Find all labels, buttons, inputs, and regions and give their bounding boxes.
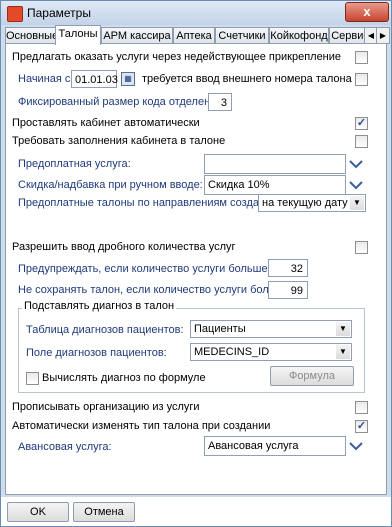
tab-strip: Основные Талоны АРМ кассира Аптека Счетч… [5, 25, 390, 45]
tab-main[interactable]: Основные [5, 27, 58, 44]
no-save-count-field[interactable]: 99 [268, 281, 308, 299]
require-cabinet-checkbox[interactable] [355, 135, 368, 148]
calendar-icon[interactable]: ▦ [121, 72, 135, 86]
check-icon: ✓ [356, 117, 367, 129]
discount-label: Скидка/надбавка при ручном вводе: [18, 179, 203, 191]
advance-service-chevron-down-icon[interactable] [349, 441, 363, 451]
cancel-button[interactable]: Отмена [73, 502, 135, 522]
formula-label: Вычислять диагноз по формуле [42, 372, 206, 384]
tab-beds[interactable]: Койкофонд [269, 27, 329, 44]
require-cabinet-label: Требовать заполнения кабинета в талоне [12, 135, 226, 147]
diagnosis-table-label: Таблица диагнозов пациентов: [26, 324, 184, 336]
diagnosis-table-select[interactable]: Пациенты ▼ [190, 320, 352, 338]
formula-checkbox[interactable] [26, 372, 39, 385]
warn-count-field[interactable]: 32 [268, 259, 308, 277]
no-save-count-label: Не сохранять талон, если количество услу… [18, 284, 293, 296]
diagnosis-table-value: Пациенты [194, 323, 246, 335]
tab-pharmacy[interactable]: Аптека [173, 27, 215, 44]
fractional-checkbox[interactable] [355, 241, 368, 254]
prepaid-talons-value: на текущую дату [262, 197, 348, 209]
prepaid-talons-label: Предоплатные талоны по направлениям созд… [18, 197, 285, 209]
tab-talons[interactable]: Талоны [55, 25, 101, 45]
tab-scroll-right-icon[interactable]: ▶ [376, 27, 390, 44]
offer-services-label: Предлагать оказать услуги через недейств… [12, 51, 342, 63]
dropdown-arrow-icon: ▼ [336, 322, 350, 336]
starting-from-suffix: требуется ввод внешнего номера талона [142, 73, 352, 85]
write-org-checkbox[interactable] [355, 401, 368, 414]
starting-from-label: Начиная с [18, 73, 71, 85]
tab-counters[interactable]: Счетчики [215, 27, 269, 44]
dropdown-arrow-icon: ▼ [336, 345, 350, 359]
tab-cashier[interactable]: АРМ кассира [101, 27, 173, 44]
dialog-footer: OK Отмена [1, 497, 391, 526]
advance-service-label: Авансовая услуга: [18, 441, 112, 453]
dropdown-arrow-icon: ▼ [350, 196, 364, 210]
diagnosis-field-select[interactable]: MEDECINS_ID ▼ [190, 343, 352, 361]
discount-chevron-down-icon[interactable] [349, 180, 363, 190]
diagnosis-group-title: Подставлять диагноз в талон [22, 300, 177, 312]
write-org-label: Прописывать организацию из услуги [12, 401, 200, 413]
auto-cabinet-checkbox[interactable]: ✓ [355, 117, 368, 130]
prepaid-talons-select[interactable]: на текущую дату ▼ [258, 194, 366, 212]
auto-change-type-label: Автоматически изменять тип талона при со… [12, 420, 271, 432]
fixed-code-label: Фиксированный размер кода отделения: [18, 96, 226, 108]
warn-count-label: Предупреждать, если количество услуги бо… [18, 263, 271, 275]
starting-from-date-field[interactable]: 01.01.03 [71, 70, 118, 88]
window-title: Параметры [27, 6, 91, 20]
check-icon: ✓ [356, 420, 367, 432]
titlebar: Параметры x [1, 1, 391, 25]
auto-change-type-checkbox[interactable]: ✓ [355, 420, 368, 433]
advance-service-field[interactable]: Авансовая услуга [204, 436, 346, 456]
prepaid-service-label: Предоплатная услуга: [18, 158, 131, 170]
close-button[interactable]: x [345, 2, 389, 22]
starting-from-checkbox[interactable] [355, 73, 368, 86]
offer-services-checkbox[interactable] [355, 51, 368, 64]
app-icon [7, 6, 23, 22]
fractional-label: Разрешить ввод дробного количества услуг [12, 241, 236, 253]
diagnosis-field-label: Поле диагнозов пациентов: [26, 347, 167, 359]
discount-field[interactable]: Скидка 10% [204, 175, 346, 195]
talons-panel: Предлагать оказать услуги через недейств… [5, 43, 387, 495]
diagnosis-field-value: MEDECINS_ID [194, 346, 270, 358]
ok-button[interactable]: OK [7, 502, 69, 522]
parameters-window: Параметры x Основные Талоны АРМ кассира … [0, 0, 392, 527]
prepaid-service-chevron-down-icon[interactable] [349, 159, 363, 169]
fixed-code-field[interactable]: 3 [208, 93, 232, 111]
formula-button[interactable]: Формула [270, 366, 354, 386]
prepaid-service-field[interactable] [204, 154, 346, 174]
auto-cabinet-label: Проставлять кабинет автоматически [12, 117, 200, 129]
